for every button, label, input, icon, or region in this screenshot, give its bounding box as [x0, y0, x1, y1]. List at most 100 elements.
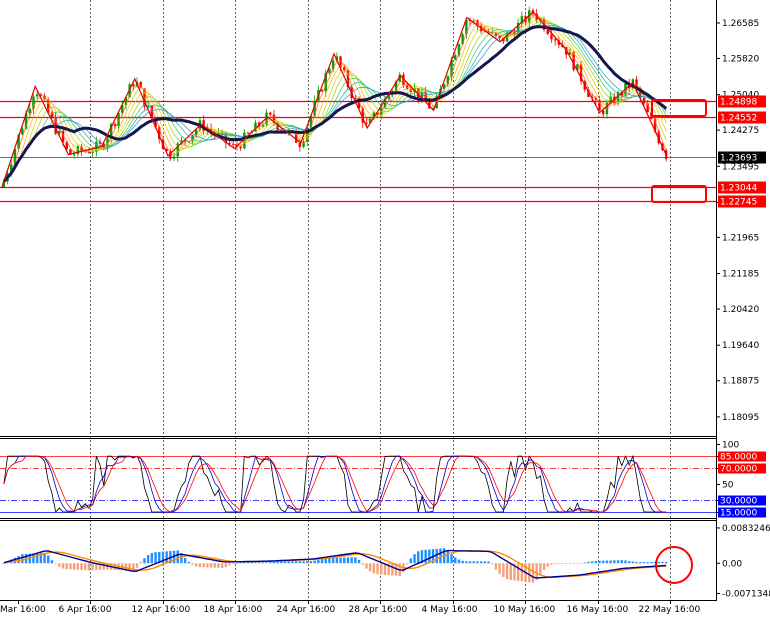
macd-histogram-bar: [335, 557, 339, 564]
macd-histogram-bar: [165, 551, 168, 564]
macd-histogram-bar: [550, 563, 553, 565]
macd-histogram-bar: [413, 554, 416, 564]
macd-histogram-bar: [328, 558, 331, 564]
price-label: 1.24275: [722, 126, 759, 136]
level-tag-label: 1.22745: [720, 198, 757, 208]
macd-histogram-bar: [76, 563, 80, 570]
macd-histogram-bar: [339, 557, 342, 564]
macd-histogram-bar: [454, 557, 457, 564]
time-label: 22 May 16:00: [639, 605, 701, 615]
macd-histogram-bar: [198, 563, 202, 568]
macd-histogram-bar: [69, 563, 72, 570]
macd-histogram-bar: [465, 561, 468, 564]
candle-body: [664, 150, 668, 159]
macd-histogram-bar: [516, 563, 520, 581]
candle-body: [602, 110, 605, 115]
macd-histogram-bar: [261, 562, 265, 564]
price-label: 1.18095: [722, 413, 759, 423]
macd-histogram-bar: [276, 561, 279, 564]
macd-histogram-bar: [368, 563, 372, 572]
macd-histogram-bar: [220, 563, 224, 568]
price-label: 1.18875: [722, 377, 759, 387]
macd-histogram-bar: [424, 549, 427, 564]
price-label: 1.20420: [722, 305, 759, 315]
macd-histogram-bar: [209, 563, 213, 568]
candle-body: [239, 146, 242, 149]
macd-histogram-bar: [206, 563, 209, 568]
macd-histogram-bar: [479, 561, 483, 564]
osc-level-label: 100: [722, 441, 739, 451]
candle-body: [269, 112, 272, 115]
macd-histogram-bar: [439, 548, 442, 564]
macd-histogram-bar: [498, 563, 501, 574]
trading-chart[interactable]: 1.265851.258201.250401.242751.234951.227…: [0, 0, 770, 620]
macd-histogram-bar: [54, 563, 57, 565]
macd-histogram-bar: [150, 553, 154, 564]
macd-histogram-bar: [605, 560, 609, 564]
macd-histogram-bar: [576, 563, 579, 564]
macd-histogram-bar: [657, 561, 660, 564]
macd-histogram-bar: [476, 561, 479, 564]
macd-axis-label: -0.0071348: [722, 589, 770, 599]
macd-histogram-bar: [428, 549, 431, 564]
macd-histogram-bar: [254, 562, 257, 564]
macd-histogram-bar: [557, 563, 561, 565]
macd-histogram-bar: [590, 561, 594, 564]
macd-histogram-bar: [598, 560, 601, 564]
macd-histogram-bar: [642, 562, 646, 564]
macd-axis-label: 0.00: [722, 559, 742, 569]
macd-histogram-bar: [61, 563, 65, 569]
current-price-label: 1.23693: [720, 154, 757, 164]
macd-histogram-bar: [572, 563, 575, 564]
macd-histogram-bar: [217, 563, 220, 568]
candle-body: [35, 94, 39, 97]
price-label: 1.21965: [722, 233, 759, 243]
macd-histogram-bar: [235, 563, 239, 564]
price-label: 1.26585: [722, 19, 759, 29]
macd-histogram-bar: [84, 563, 87, 571]
macd-histogram-bar: [243, 562, 246, 564]
macd-histogram-bar: [257, 562, 261, 564]
macd-histogram-bar: [346, 557, 350, 564]
macd-histogram-bar: [272, 561, 276, 564]
macd-histogram-bar: [213, 563, 216, 568]
macd-histogram-bar: [187, 561, 191, 564]
price-axis: 1.265851.258201.250401.242751.234951.227…: [716, 19, 770, 599]
level-tag-label: 1.23044: [720, 184, 757, 194]
macd-histogram-bar: [650, 562, 653, 564]
osc-level-label: 50: [722, 481, 734, 491]
macd-histogram-bar: [531, 563, 535, 583]
macd-histogram-bar: [661, 561, 664, 564]
macd-histogram-bar: [50, 560, 54, 564]
macd-histogram-bar: [72, 563, 76, 570]
macd-histogram-bar: [306, 561, 309, 564]
macd-histogram-bar: [491, 563, 494, 565]
macd-histogram-bar: [594, 560, 598, 564]
osc-level-label: 85.0000: [720, 453, 757, 463]
macd-histogram-bar: [472, 561, 475, 564]
macd-histogram-bar: [143, 558, 146, 564]
macd-histogram-bar: [47, 555, 50, 564]
osc-level-label: 15.0000: [720, 509, 757, 519]
time-label: 16 May 16:00: [567, 605, 629, 615]
macd-axis-label: 0.0083246: [722, 524, 770, 534]
macd-histogram-bar: [539, 563, 542, 575]
macd-histogram-bar: [265, 562, 268, 564]
candle-body: [113, 124, 117, 126]
macd-histogram-bar: [579, 563, 583, 564]
macd-histogram-bar: [494, 563, 498, 570]
candle-body: [76, 146, 80, 155]
macd-histogram-bar: [283, 561, 287, 564]
macd-histogram-bar: [635, 561, 638, 564]
macd-histogram-bar: [546, 563, 549, 567]
macd-histogram-bar: [583, 562, 586, 564]
candle-body: [72, 154, 76, 156]
macd-histogram-bar: [65, 563, 68, 570]
time-label: 12 Apr 16:00: [132, 605, 191, 615]
osc-level-label: 30.0000: [720, 497, 757, 507]
macd-histogram-bar: [376, 563, 379, 575]
level-tag-label: 1.24552: [720, 114, 757, 124]
macd-histogram-bar: [343, 557, 346, 564]
macd-histogram-bar: [350, 557, 353, 564]
macd-histogram-bar: [435, 548, 438, 564]
